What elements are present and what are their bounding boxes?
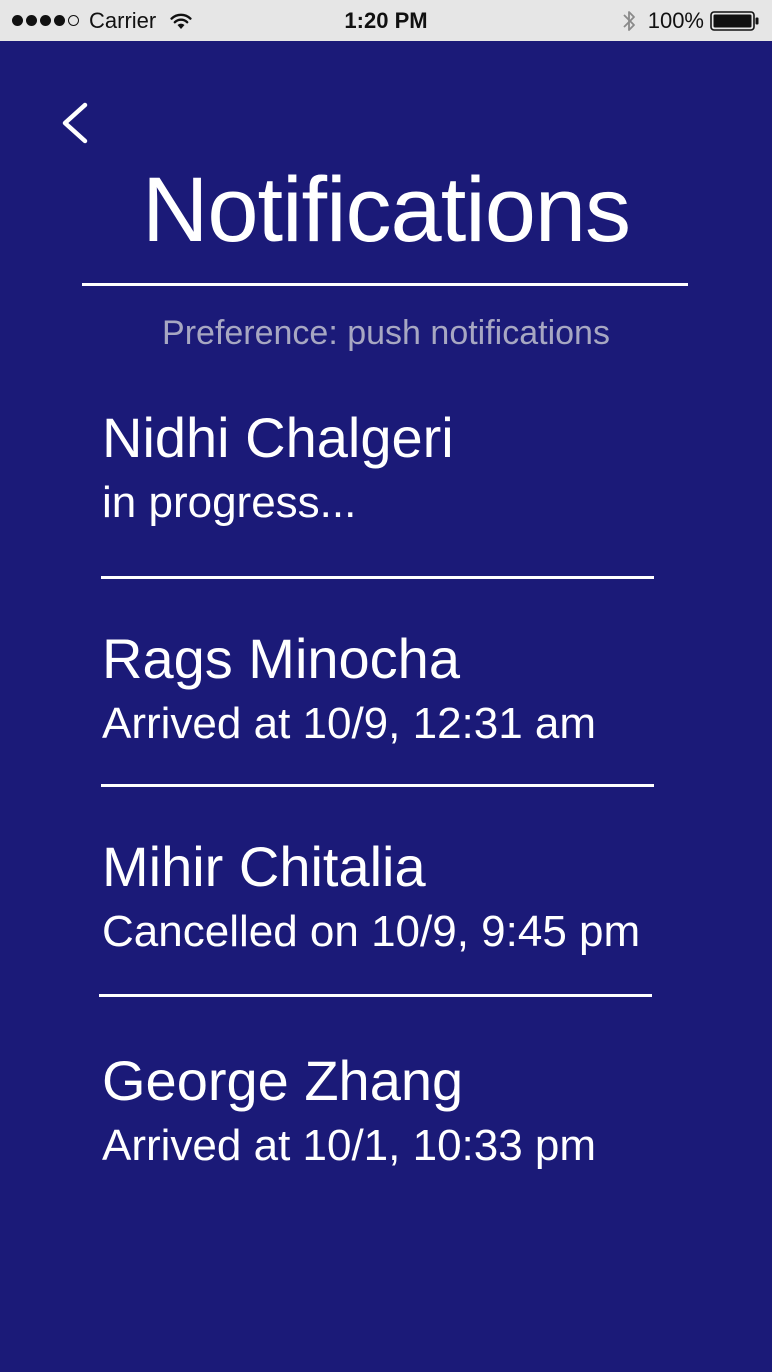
bluetooth-icon: [623, 10, 635, 31]
notification-status: Arrived at 10/1, 10:33 pm: [102, 1121, 597, 1170]
list-divider: [101, 576, 654, 579]
notification-name: Rags Minocha: [102, 627, 460, 690]
status-right: 100%: [622, 0, 760, 41]
list-divider: [101, 784, 654, 787]
page-title: Notifications: [141, 159, 631, 261]
title-divider: [82, 283, 688, 286]
notification-item[interactable]: Rags Minocha Arrived at 10/9, 12:31 am: [102, 624, 596, 754]
notification-name: Mihir Chitalia: [102, 835, 426, 898]
notification-status: Arrived at 10/9, 12:31 am: [102, 699, 597, 748]
list-divider: [99, 994, 652, 997]
preference-label: Preference: push notifications: [162, 314, 610, 352]
status-bar: Carrier 1:20 PM 100%: [0, 0, 772, 41]
notification-name: Nidhi Chalgeri: [102, 406, 454, 469]
notification-status: in progress...: [102, 478, 357, 527]
back-button[interactable]: [52, 96, 98, 150]
battery-icon: [710, 10, 759, 31]
battery-percent: 100%: [647, 8, 704, 33]
notification-name: George Zhang: [102, 1049, 464, 1112]
notification-item[interactable]: Mihir Chitalia Cancelled on 10/9, 9:45 p…: [102, 832, 640, 962]
chevron-left-icon: [62, 102, 88, 144]
notification-item[interactable]: George Zhang Arrived at 10/1, 10:33 pm: [102, 1046, 596, 1176]
notification-status: Cancelled on 10/9, 9:45 pm: [102, 907, 641, 956]
notification-item[interactable]: Nidhi Chalgeri in progress...: [102, 403, 454, 533]
